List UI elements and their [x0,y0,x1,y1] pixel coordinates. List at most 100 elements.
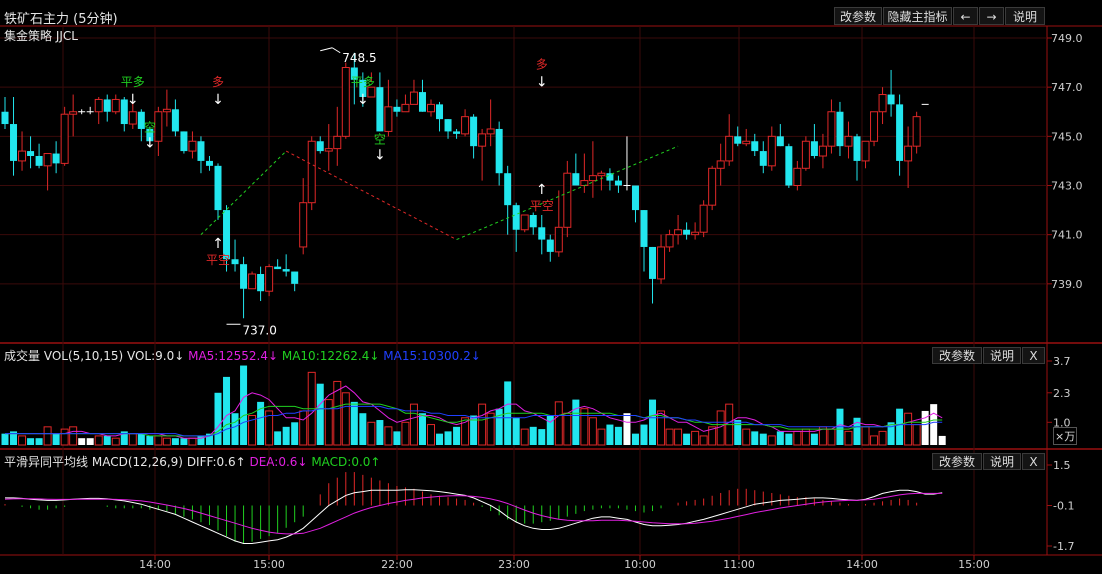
change-params-button[interactable]: 改参数 [834,7,882,25]
chart-svg: 749.0 747.0 745.0 743.0 741.0 739.0 748.5 737.0… [0,0,1102,571]
help-button[interactable]: 说明 [1005,7,1045,25]
background [0,0,1102,570]
price-tick-label: 743.0 [1051,180,1083,193]
candle-body [512,205,520,230]
volume-label: 成交量 [4,349,41,363]
candle-body [640,210,648,247]
candle-body [801,140,810,169]
volume-bar [94,435,103,446]
volume-bar [427,424,435,446]
candle-body [69,111,78,115]
candle-body [18,150,27,162]
macd-close-button[interactable]: X [1022,453,1045,470]
macd-help-button[interactable]: 说明 [983,453,1021,470]
candle-body [291,271,299,284]
candle [785,143,793,188]
volume-bar [861,426,870,446]
volume-bar [188,437,197,446]
volume-bar [240,365,248,445]
candle-body [171,109,179,132]
volume-bar [111,437,120,446]
volume-help-button[interactable]: 说明 [983,347,1021,364]
macd-dea-value: DEA:0.6↓ [249,455,308,469]
volume-bar [827,428,836,446]
candle-body [683,229,691,235]
candle-body [453,131,461,134]
volume-bar [359,413,367,445]
prev-arrow-button[interactable]: ← [953,7,978,25]
candle-body [887,94,895,105]
time-tick-label: 23:00 [498,558,530,570]
signal-arrow-down: ↓ [374,148,386,164]
volume-bar [512,417,520,445]
volume-bar [52,433,60,445]
candle-body [588,175,597,182]
candle-body [409,91,418,105]
volume-bar [384,426,393,446]
volume-vol-value: VOL:9.0↓ [126,349,185,363]
volume-bar [341,392,350,446]
volume-bar [367,421,376,446]
volume-bar [520,428,529,446]
macd-label: 平滑异同平均线 [4,455,89,469]
volume-bar [649,399,657,445]
candle-body [205,160,213,166]
candle-body [742,140,751,145]
volume-bar [597,428,606,446]
candle-body [240,264,248,289]
candle-body [631,185,639,211]
hide-main-indicator-button[interactable]: 隐藏主指标 [883,7,952,25]
volume-tick-label: 3.7 [1053,355,1071,368]
volume-bar [146,435,154,445]
candle-body [248,273,257,290]
signal-arrow-up: ↑ [536,182,548,198]
volume-bar [274,431,282,445]
signal-label: 平空 [206,253,230,267]
chart-stage: 749.0 747.0 745.0 743.0 741.0 739.0 748.5 737.0… [0,0,1102,571]
chart-title: 铁矿石主力 (5分钟) [4,12,118,27]
volume-bar [759,433,767,445]
volume-close-button[interactable]: X [1022,347,1045,364]
candle-body [188,140,197,152]
volume-bar [495,408,503,445]
volume-bar [154,435,163,446]
candle-body [180,131,188,152]
volume-bar [606,424,614,445]
candle-body [563,172,572,228]
volume-bar [938,435,946,445]
candle-body [520,214,529,231]
candle-body [274,266,282,270]
volume-bar [767,435,776,446]
volume-bar [35,438,43,445]
volume-bar [614,426,622,445]
candle-body [486,128,495,135]
candle-body [111,98,120,113]
volume-bar [631,433,639,445]
candle-body [751,141,759,152]
candle-body [393,106,401,112]
candle-body [554,226,563,253]
candle-body [470,116,478,147]
volume-bar [572,399,580,445]
candle-body [43,153,52,167]
volume-bar [793,430,802,446]
next-arrow-button[interactable]: → [979,7,1004,25]
volume-bar [444,431,452,445]
volume-change-params-button[interactable]: 改参数 [932,347,982,364]
candle-body [214,165,222,211]
candle-body [734,136,742,144]
candle-body [818,145,827,157]
volume-bar [699,435,708,446]
candle-body [478,133,487,147]
volume-bar [376,420,384,445]
candle-body [674,229,683,236]
volume-bar [785,433,793,445]
volume-bar [751,431,759,445]
candle-body [657,246,666,280]
macd-params: MACD(12,26,9) [91,455,183,469]
volume-bar [580,408,589,446]
candle-body [546,239,554,252]
candle-body [529,215,537,228]
signal-marker: 空↓ [144,120,156,151]
macd-change-params-button[interactable]: 改参数 [932,453,982,470]
